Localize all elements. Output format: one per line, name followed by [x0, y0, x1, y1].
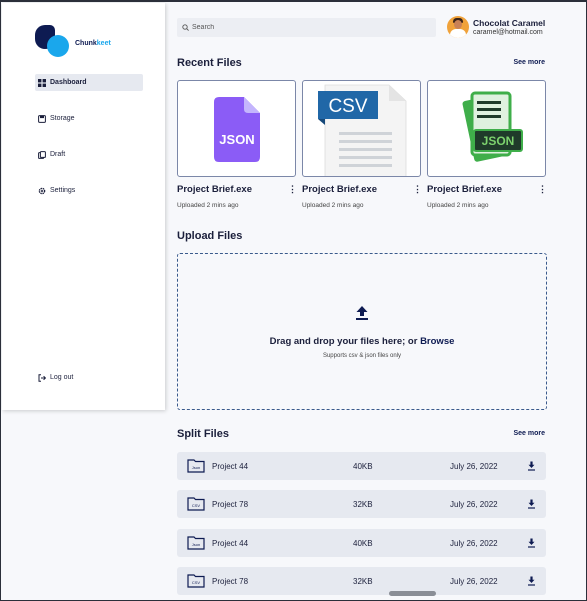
sidebar-item-settings[interactable]: Settings	[35, 182, 143, 199]
table-row[interactable]: CSV Project 78 32KB July 26, 2022	[177, 567, 546, 595]
file-type-label: CSV	[192, 580, 201, 585]
file-size: 40KB	[353, 539, 373, 548]
json-folder-icon: Json	[187, 536, 205, 550]
storage-icon	[38, 114, 46, 123]
csv-folder-icon: CSV	[187, 497, 205, 511]
file-name: Project 44	[212, 539, 249, 548]
json-doc-badge-text: JSON	[482, 134, 515, 148]
csv-file-icon: CSV	[318, 84, 407, 176]
profile-email: caramel@hotmail.com	[473, 29, 543, 36]
user-profile[interactable]: Chocolat Caramel caramel@hotmail.com	[447, 16, 586, 40]
sidebar: Chunkkeet Dashboard Storage Draft Settin…	[2, 3, 165, 410]
logo-text-part1: Chunk	[75, 40, 97, 47]
download-icon[interactable]	[527, 576, 536, 586]
recent-file-card[interactable]: JSON	[427, 80, 546, 177]
dropzone-drag-text: Drag and drop your files here; or	[269, 336, 421, 347]
sidebar-item-label: Settings	[50, 187, 76, 194]
avatar-shirt	[450, 29, 466, 38]
csv-folder-icon: CSV	[187, 574, 205, 588]
more-options-icon[interactable]: ⋮	[413, 184, 422, 194]
split-see-more-link[interactable]: See more	[513, 430, 545, 437]
upload-files-title: Upload Files	[177, 230, 243, 242]
csv-badge-text: CSV	[328, 96, 367, 117]
file-name: Project 78	[212, 500, 249, 509]
logo[interactable]: Chunkkeet	[35, 23, 125, 59]
more-options-icon[interactable]: ⋮	[288, 184, 297, 194]
download-icon[interactable]	[527, 499, 536, 509]
table-row[interactable]: Json Project 44 40KB July 26, 2022	[177, 529, 546, 557]
logo-text-part2: keet	[96, 40, 111, 47]
recent-file-card[interactable]: JSON	[177, 80, 296, 177]
dropzone-support-text: Supports csv & json files only	[322, 353, 402, 359]
table-row[interactable]: Json Project 44 40KB July 26, 2022	[177, 452, 546, 480]
recent-file-meta: Uploaded 2 mins ago	[177, 202, 239, 209]
file-date: July 26, 2022	[450, 539, 498, 548]
recent-file-meta: Uploaded 2 mins ago	[302, 202, 364, 209]
recent-file-name: Project Brief.exe	[427, 184, 502, 195]
profile-name: Chocolat Caramel	[473, 18, 546, 28]
logo-mark-light	[47, 35, 69, 57]
upload-dropzone[interactable]: Drag and drop your files here; or Browse…	[177, 253, 547, 410]
avatar-face	[454, 20, 462, 29]
download-icon[interactable]	[527, 461, 536, 471]
app-window: Chunkkeet Dashboard Storage Draft Settin…	[0, 0, 587, 601]
sidebar-item-draft[interactable]: Draft	[35, 146, 143, 163]
json-folder-icon: Json	[187, 459, 205, 473]
logo-text: Chunkkeet	[75, 40, 111, 47]
file-date: July 26, 2022	[450, 462, 498, 471]
scrollbar-handle[interactable]	[389, 591, 436, 596]
file-type-label: Json	[192, 542, 200, 547]
search-icon	[182, 24, 189, 31]
logout-label: Log out	[50, 374, 74, 381]
recent-see-more-link[interactable]: See more	[513, 59, 545, 66]
table-row[interactable]: CSV Project 78 32KB July 26, 2022	[177, 490, 546, 518]
file-size: 32KB	[353, 500, 373, 509]
recent-file-name: Project Brief.exe	[302, 184, 377, 195]
json-badge-text: JSON	[219, 132, 254, 147]
logout-icon	[38, 373, 46, 382]
file-date: July 26, 2022	[450, 577, 498, 586]
recent-file-card[interactable]: CSV	[302, 80, 421, 177]
sidebar-item-label: Dashboard	[50, 79, 87, 86]
file-size: 40KB	[353, 462, 373, 471]
json-document-icon: JSON	[462, 91, 523, 162]
sidebar-item-label: Storage	[50, 115, 75, 122]
logout-button[interactable]: Log out	[35, 369, 143, 386]
draft-icon	[38, 150, 46, 159]
search-bar[interactable]	[177, 18, 436, 37]
gear-icon	[38, 187, 46, 195]
file-type-label: CSV	[192, 503, 201, 508]
search-input[interactable]	[192, 24, 422, 31]
browse-link[interactable]: Browse	[420, 336, 454, 347]
file-date: July 26, 2022	[450, 500, 498, 509]
file-type-label: Json	[192, 465, 200, 470]
file-name: Project 78	[212, 577, 249, 586]
upload-icon	[356, 306, 368, 320]
split-files-title: Split Files	[177, 428, 229, 440]
recent-files-title: Recent Files	[177, 57, 242, 69]
recent-file-meta: Uploaded 2 mins ago	[427, 202, 489, 209]
file-name: Project 44	[212, 462, 249, 471]
dashboard-icon	[38, 78, 46, 87]
download-icon[interactable]	[527, 538, 536, 548]
sidebar-item-label: Draft	[50, 151, 66, 158]
recent-file-name: Project Brief.exe	[177, 184, 252, 195]
json-file-icon: JSON	[214, 97, 260, 162]
file-size: 32KB	[353, 577, 373, 586]
dropzone-instruction: Drag and drop your files here; or Browse	[178, 336, 546, 347]
sidebar-item-storage[interactable]: Storage	[35, 110, 143, 127]
avatar[interactable]	[447, 16, 469, 38]
more-options-icon[interactable]: ⋮	[538, 184, 547, 194]
sidebar-item-dashboard[interactable]: Dashboard	[35, 74, 143, 91]
